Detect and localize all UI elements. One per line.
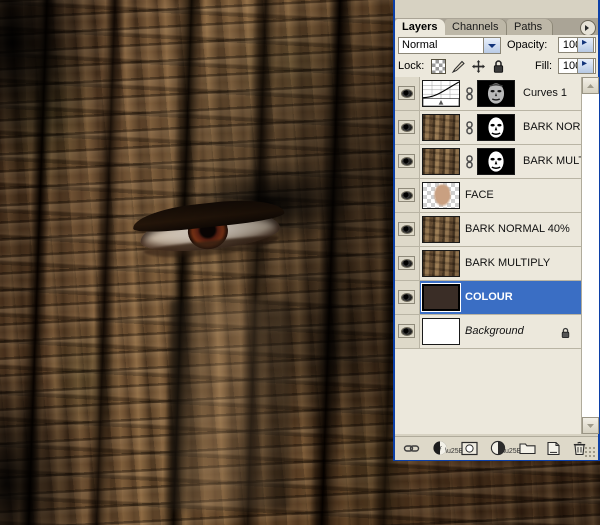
face-mask-thumbnail[interactable] — [477, 80, 515, 107]
layer-visibility-cell — [395, 179, 420, 212]
tab-layers[interactable]: Layers — [395, 19, 445, 35]
layer-name: Curves 1 — [523, 87, 567, 99]
chain-link-icon[interactable] — [403, 440, 420, 457]
chain-link-icon[interactable] — [465, 121, 474, 135]
half-circle-icon[interactable]: \u25BE — [490, 440, 507, 457]
table-row[interactable]: BARK NORMAL 40% — [395, 213, 581, 247]
move-cross-icon[interactable] — [471, 59, 486, 74]
layers-list[interactable]: Curves 1 BARK NORMAL ... — [395, 77, 581, 434]
bark-thumbnail[interactable] — [422, 114, 460, 141]
table-row[interactable]: Curves 1 — [395, 77, 581, 111]
layer-visibility-cell — [395, 247, 420, 280]
lock-label: Lock: — [398, 60, 424, 72]
blend-mode-select[interactable]: Normal — [398, 37, 501, 54]
table-row[interactable]: FACE — [395, 179, 581, 213]
mask-rect-icon[interactable] — [461, 440, 478, 457]
bark-thumbnail[interactable] — [422, 216, 460, 243]
face-mask-thumbnail[interactable] — [477, 114, 515, 141]
resize-grip[interactable] — [585, 447, 596, 458]
blend-opacity-row: Normal Opacity: 100% — [395, 35, 598, 56]
eye-icon[interactable] — [398, 324, 415, 338]
chain-link-icon[interactable] — [465, 155, 474, 169]
new-page-icon[interactable] — [545, 440, 562, 457]
eye-icon[interactable] — [398, 256, 415, 270]
opacity-stepper-arrow[interactable] — [577, 37, 594, 53]
chevron-down-icon[interactable] — [483, 38, 500, 53]
chain-link-icon[interactable] — [465, 87, 474, 101]
layer-visibility-cell — [395, 111, 420, 144]
layer-visibility-cell — [395, 281, 420, 314]
opacity-label: Opacity: — [507, 39, 547, 51]
table-row[interactable]: COLOUR — [395, 281, 581, 315]
curves-thumbnail[interactable] — [422, 80, 460, 107]
layer-visibility-cell — [395, 77, 420, 110]
table-row[interactable]: BARK MULTIPLY — [395, 145, 581, 179]
tab-paths[interactable]: Paths — [507, 19, 553, 35]
chevron-down-icon[interactable] — [582, 417, 599, 434]
layer-visibility-cell — [395, 145, 420, 178]
palette-tab-row: Layers Channels Paths — [395, 18, 598, 35]
face-mask-thumbnail[interactable] — [477, 148, 515, 175]
chevron-up-icon[interactable] — [582, 77, 599, 94]
layer-name: COLOUR — [465, 291, 513, 303]
table-row[interactable]: BARK MULTIPLY — [395, 247, 581, 281]
layer-name: BARK MULTIPLY — [523, 155, 581, 167]
table-row[interactable]: Background — [395, 315, 581, 349]
fx-circle-icon[interactable]: f \u25BE — [432, 440, 449, 457]
brush-icon[interactable] — [451, 59, 466, 74]
table-row[interactable]: BARK NORMAL ... — [395, 111, 581, 145]
padlock-icon[interactable] — [491, 59, 506, 74]
fill-label: Fill: — [535, 60, 552, 72]
bark-thumbnail[interactable] — [422, 148, 460, 175]
eye-icon[interactable] — [398, 222, 415, 236]
layer-visibility-cell — [395, 213, 420, 246]
white-thumbnail[interactable] — [422, 318, 460, 345]
folder-icon[interactable] — [519, 440, 536, 457]
solid-colour-thumbnail[interactable] — [422, 284, 460, 311]
bark-thumbnail[interactable] — [422, 250, 460, 277]
layer-name: BARK NORMAL ... — [523, 121, 581, 133]
layer-name: BARK NORMAL 40% — [465, 223, 570, 235]
photoshop-screenshot: _ ✕ Layers Channels Paths Normal Opacity… — [0, 0, 600, 525]
checkerboard-icon[interactable] — [431, 59, 446, 74]
layer-name: FACE — [465, 189, 494, 201]
panel-menu-icon[interactable] — [580, 20, 596, 36]
layers-bottom-toolbar: f \u25BE \u25BE — [395, 436, 598, 460]
layer-name: Background — [465, 325, 524, 337]
padlock-icon — [560, 326, 571, 338]
face-thumbnail[interactable] — [422, 182, 460, 209]
eye-icon[interactable] — [398, 120, 415, 134]
eye-icon[interactable] — [398, 86, 415, 100]
tab-channels[interactable]: Channels — [445, 19, 507, 35]
layer-name: BARK MULTIPLY — [465, 257, 550, 269]
eye-icon[interactable] — [398, 188, 415, 202]
layer-visibility-cell — [395, 315, 420, 348]
lock-row: Lock: Fill: 100% — [395, 56, 598, 78]
layers-scrollbar[interactable] — [581, 77, 599, 434]
eye-icon[interactable] — [398, 290, 415, 304]
eye-icon[interactable] — [398, 154, 415, 168]
fill-stepper-arrow[interactable] — [577, 58, 594, 74]
